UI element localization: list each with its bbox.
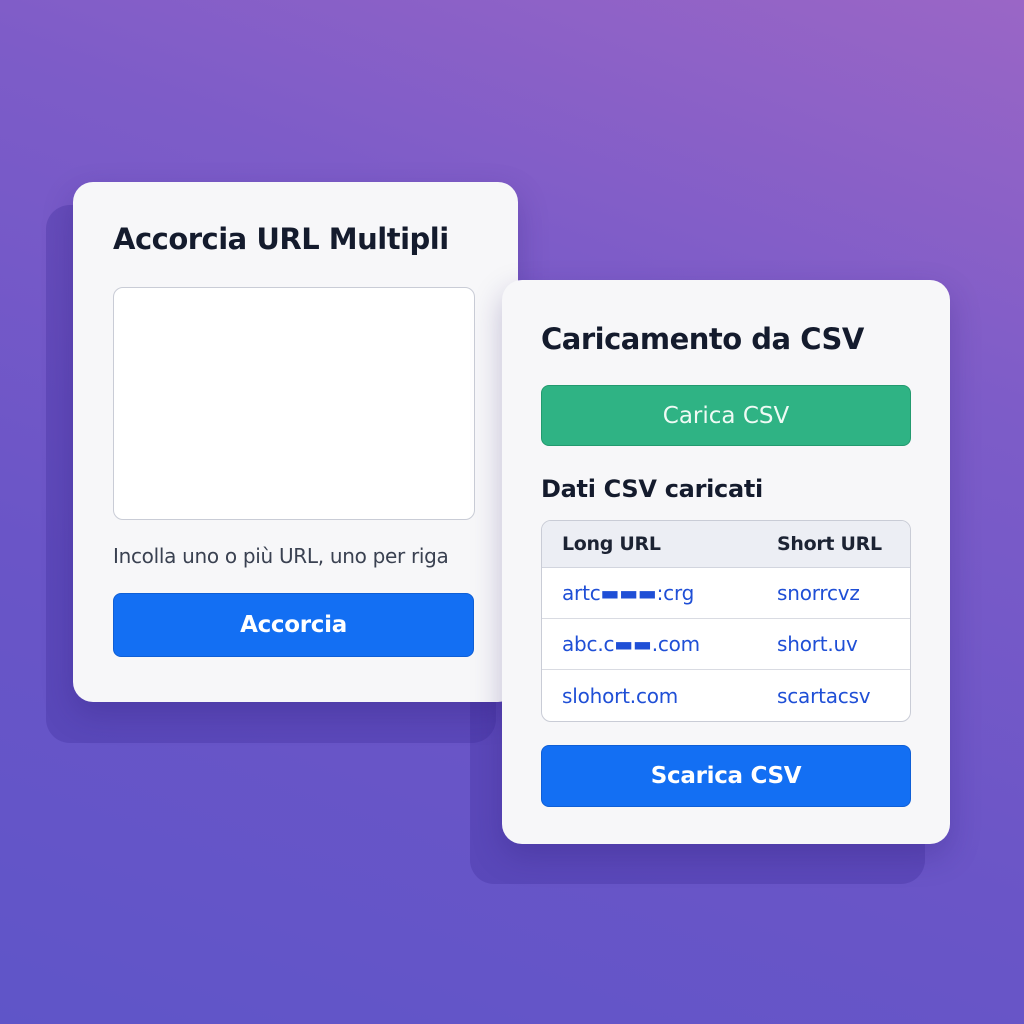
uploaded-data-title: Dati CSV caricati [541, 475, 763, 503]
csv-card-title: Caricamento da CSV [541, 322, 864, 356]
long-url-link[interactable]: slohort.com [562, 684, 678, 708]
long-url-link[interactable]: abc.c▬▬.com [562, 632, 700, 656]
csv-data-table: Long URL Short URL artc▬▬▬:crg snorrcvz … [541, 520, 911, 722]
table-row: slohort.com scartacsv [542, 670, 910, 721]
shorten-button[interactable]: Accorcia [113, 593, 474, 657]
short-url-link[interactable]: short.uv [777, 632, 858, 656]
column-header-long-url: Long URL [562, 533, 661, 555]
upload-csv-button[interactable]: Carica CSV [541, 385, 911, 446]
shorten-card-title: Accorcia URL Multipli [113, 222, 449, 256]
table-row: abc.c▬▬.com short.uv [542, 619, 910, 670]
short-url-link[interactable]: snorrcvz [777, 581, 860, 605]
csv-card: Caricamento da CSV Carica CSV Dati CSV c… [502, 280, 950, 844]
shorten-card: Accorcia URL Multipli Incolla uno o più … [73, 182, 518, 702]
short-url-link[interactable]: scartacsv [777, 684, 871, 708]
urls-textarea[interactable] [113, 287, 475, 520]
download-csv-button[interactable]: Scarica CSV [541, 745, 911, 807]
table-row: artc▬▬▬:crg snorrcvz [542, 568, 910, 619]
urls-hint: Incolla uno o più URL, uno per riga [113, 544, 449, 568]
table-header-row: Long URL Short URL [542, 521, 910, 568]
long-url-link[interactable]: artc▬▬▬:crg [562, 581, 694, 605]
column-header-short-url: Short URL [777, 533, 882, 555]
